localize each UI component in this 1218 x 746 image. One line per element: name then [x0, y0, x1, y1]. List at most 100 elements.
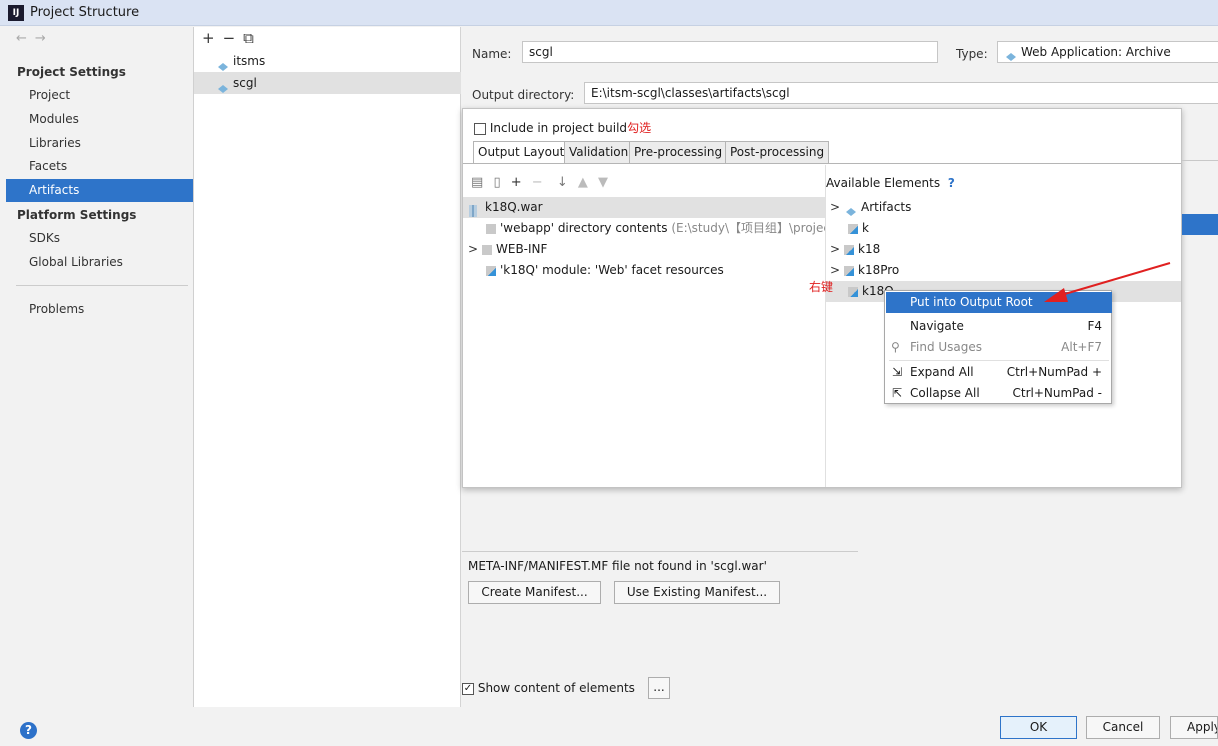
folder-icon — [482, 244, 492, 255]
use-existing-manifest-button[interactable]: Use Existing Manifest... — [614, 581, 780, 604]
expand-chevron-icon[interactable]: > — [830, 239, 844, 260]
move-up-icon[interactable]: ▲ — [578, 175, 588, 190]
platform-settings-header: Platform Settings — [17, 208, 137, 222]
menu-item-expand-all[interactable]: ⇲ Expand All Ctrl+NumPad + — [886, 362, 1112, 383]
expand-chevron-icon[interactable]: > — [468, 239, 482, 260]
web-artifact-icon — [216, 79, 230, 93]
artifacts-list-panel: +−⧉ itsms scgl — [194, 27, 461, 707]
name-field[interactable]: scgl — [522, 41, 938, 63]
nav-divider — [16, 285, 188, 286]
intellij-app-icon: IJ — [8, 5, 24, 21]
module-icon — [848, 286, 858, 297]
title-bar: IJ Project Structure — [0, 0, 1218, 26]
available-elements-header: Available Elements ? — [826, 176, 955, 190]
show-content-label: Show content of elements — [477, 681, 635, 695]
check-annotation: 勾选 — [627, 121, 652, 135]
output-tree-web-inf[interactable]: > WEB-INF — [463, 239, 825, 260]
layout-toolbar: ▤ ▯ + − ↓ ▲ ▼ — [471, 175, 608, 190]
nav-item-global-libraries[interactable]: Global Libraries — [29, 255, 123, 269]
create-manifest-button[interactable]: Create Manifest... — [468, 581, 601, 604]
menu-shortcut: F4 — [1087, 319, 1102, 333]
menu-item-find-usages: ⚲ Find Usages Alt+F7 — [886, 337, 1112, 358]
search-icon: ⚲ — [891, 340, 900, 354]
web-artifact-icon — [216, 57, 230, 71]
directory-icon — [486, 223, 496, 234]
new-directory-icon[interactable]: ▤ — [471, 175, 483, 190]
available-item-artifacts[interactable]: > Artifacts — [826, 197, 1181, 218]
collapse-all-icon: ⇱ — [892, 386, 903, 400]
available-elements-label: Available Elements — [826, 176, 941, 190]
add-artifact-icon[interactable]: + — [202, 29, 223, 47]
menu-item-collapse-all[interactable]: ⇱ Collapse All Ctrl+NumPad - — [886, 383, 1112, 404]
help-icon[interactable]: ? — [948, 176, 955, 190]
expand-chevron-icon[interactable]: > — [830, 197, 844, 218]
web-artifact-icon — [1004, 48, 1018, 61]
module-icon — [844, 265, 854, 276]
move-down-icon[interactable]: ▼ — [598, 175, 608, 190]
facet-resources-icon — [486, 265, 496, 276]
output-tree-webapp-contents[interactable]: 'webapp' directory contents (E:\study\【项… — [463, 218, 825, 239]
output-tree-facet-resources[interactable]: 'k18Q' module: 'Web' facet resources — [463, 260, 825, 281]
artifact-item-scgl[interactable]: scgl — [194, 72, 461, 94]
remove-element-icon[interactable]: − — [532, 175, 543, 190]
menu-separator — [889, 360, 1109, 361]
include-build-checkbox[interactable] — [474, 122, 486, 135]
menu-item-label: Navigate — [910, 319, 964, 333]
copy-artifact-icon[interactable]: ⧉ — [243, 29, 262, 47]
nav-item-libraries[interactable]: Libraries — [29, 136, 81, 150]
nav-history: ←→ — [16, 31, 54, 46]
war-archive-icon — [468, 203, 482, 217]
new-archive-icon[interactable]: ▯ — [493, 175, 500, 190]
sort-icon[interactable]: ↓ — [557, 175, 568, 190]
module-icon — [844, 244, 854, 255]
nav-item-artifacts[interactable]: Artifacts — [6, 179, 193, 202]
output-directory-label: Output directory: — [472, 88, 575, 102]
partial-selection-highlight — [1182, 214, 1218, 235]
include-build-row: Include in project build勾选 — [474, 119, 651, 136]
settings-nav: ←→ Project Settings Project Modules Libr… — [6, 27, 194, 707]
menu-shortcut: Ctrl+NumPad + — [1006, 365, 1102, 379]
help-icon[interactable]: ? — [20, 722, 37, 739]
tab-post-processing[interactable]: Post-processing — [725, 141, 830, 164]
output-tree-root[interactable]: k18Q.war — [463, 197, 825, 218]
nav-item-modules[interactable]: Modules — [29, 112, 79, 126]
tab-output-layout[interactable]: Output Layout — [473, 141, 570, 164]
back-arrow-icon[interactable]: ← — [16, 31, 35, 46]
menu-item-navigate[interactable]: Navigate F4 — [886, 316, 1112, 337]
tab-divider — [463, 163, 1181, 164]
window-title: Project Structure — [30, 5, 140, 20]
type-label: Type: — [956, 47, 988, 61]
ok-button[interactable]: OK — [1000, 716, 1077, 739]
show-content-options-button[interactable]: ... — [648, 677, 670, 699]
tab-pre-processing[interactable]: Pre-processing — [629, 141, 728, 164]
remove-artifact-icon[interactable]: − — [223, 29, 244, 47]
forward-arrow-icon[interactable]: → — [35, 31, 54, 46]
project-settings-header: Project Settings — [17, 65, 126, 79]
nav-item-facets[interactable]: Facets — [29, 159, 67, 173]
apply-button[interactable]: Apply — [1170, 716, 1218, 739]
available-item-k18[interactable]: > k18 — [826, 239, 1181, 260]
cancel-button[interactable]: Cancel — [1086, 716, 1160, 739]
panel-edge — [1182, 160, 1218, 161]
nav-item-problems[interactable]: Problems — [29, 302, 84, 316]
artifact-item-itsms[interactable]: itsms — [216, 50, 265, 72]
menu-item-label: Collapse All — [910, 386, 980, 400]
menu-shortcut: Ctrl+NumPad - — [1012, 386, 1103, 400]
show-content-checkbox[interactable]: ✓ — [462, 682, 474, 695]
nav-item-sdks[interactable]: SDKs — [29, 231, 60, 245]
dialog-button-bar: ? OK Cancel Apply — [0, 708, 1218, 746]
annotation-arrow-icon — [1044, 262, 1171, 302]
available-item-k[interactable]: k — [826, 218, 1181, 239]
menu-item-label: Expand All — [910, 365, 974, 379]
manifest-divider — [462, 551, 858, 552]
type-select[interactable]: Web Application: Archive — [997, 41, 1218, 63]
menu-item-label: Find Usages — [910, 340, 983, 354]
right-click-annotation: 右键 — [809, 280, 834, 294]
artifacts-icon — [844, 203, 858, 216]
tab-validation[interactable]: Validation — [564, 141, 634, 164]
manifest-message: META-INF/MANIFEST.MF file not found in '… — [468, 559, 767, 573]
include-build-label: Include in project build — [489, 121, 628, 135]
output-directory-field[interactable]: E:\itsm-scgl\classes\artifacts\scgl — [584, 82, 1218, 104]
nav-item-project[interactable]: Project — [29, 88, 70, 102]
add-copy-icon[interactable]: + — [511, 175, 522, 190]
